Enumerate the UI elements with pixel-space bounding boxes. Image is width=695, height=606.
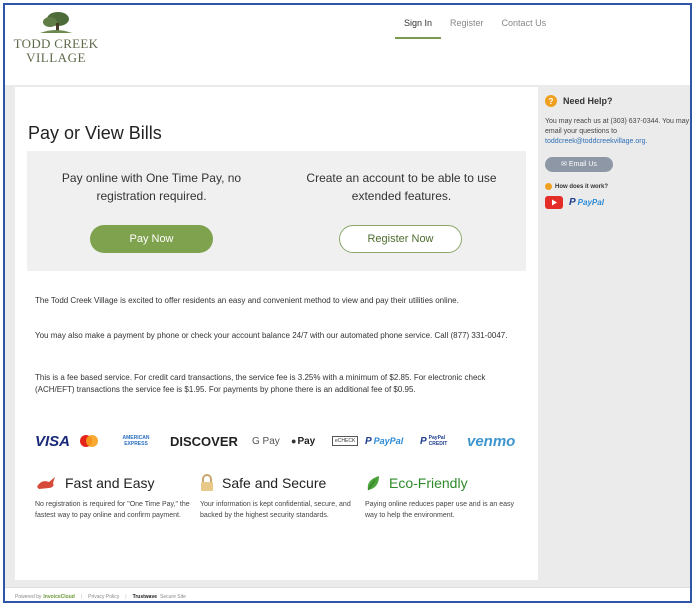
gpay-text: G Pay bbox=[252, 435, 280, 447]
secure-site-text: Secure Site bbox=[160, 593, 186, 600]
amex-text: AMERICAN EXPRESS bbox=[122, 435, 150, 447]
feature-title: Fast and Easy bbox=[65, 475, 155, 491]
brand-line-2: VILLAGE bbox=[26, 50, 86, 65]
email-us-button[interactable]: ✉ Email Us bbox=[545, 157, 613, 172]
help-question-icon: ? bbox=[545, 95, 557, 107]
main-content: Pay or View Bills Pay online with One Ti… bbox=[15, 87, 538, 580]
nav-register[interactable]: Register bbox=[441, 17, 493, 39]
footer-separator: | bbox=[125, 593, 127, 600]
app-frame: TODD CREEK VILLAGE Sign In Register Cont… bbox=[3, 3, 692, 603]
feature-desc: Your information is kept confidential, s… bbox=[200, 501, 351, 519]
envelope-icon: ✉ bbox=[561, 161, 567, 168]
echeck-logo: eCHECK bbox=[332, 430, 359, 452]
leaf-icon bbox=[367, 476, 379, 491]
brand-logo[interactable]: TODD CREEK VILLAGE bbox=[11, 11, 101, 81]
feature-safe-and-secure: Safe and Secure Your information is kept… bbox=[200, 472, 360, 521]
sidebar-paypal-p-icon: P bbox=[569, 197, 576, 208]
feature-desc: No registration is required for "One Tim… bbox=[35, 501, 190, 519]
paypal-text: PayPal bbox=[373, 436, 404, 446]
footer-separator: | bbox=[80, 593, 83, 600]
google-pay-logo: G Pay bbox=[252, 430, 280, 452]
one-time-pay-option: Pay online with One Time Pay, no registr… bbox=[27, 151, 276, 271]
visa-text: VISA bbox=[35, 432, 71, 450]
applepay-text: Pay bbox=[297, 435, 316, 447]
svg-text:?: ? bbox=[549, 97, 554, 106]
feature-eco-friendly: Eco-Friendly Paying online reduces paper… bbox=[365, 472, 525, 521]
email-us-label: Email Us bbox=[568, 161, 597, 168]
brand-line-1: TODD CREEK bbox=[13, 36, 99, 51]
feature-fast-and-easy: Fast and Easy No registration is require… bbox=[35, 472, 195, 521]
sidebar-paypal-text[interactable]: PayPal bbox=[578, 198, 604, 207]
page-footer: Powered by InvoiceCloud | Privacy Policy… bbox=[5, 587, 690, 601]
register-option: Create an account to be able to use exte… bbox=[277, 151, 526, 271]
trustwave-logo[interactable]: Trustwave bbox=[133, 594, 157, 600]
powered-by-text: Powered by bbox=[15, 593, 42, 600]
rabbit-icon bbox=[37, 477, 55, 489]
mastercard-icon bbox=[78, 430, 100, 452]
privacy-policy-link[interactable]: Privacy Policy bbox=[88, 594, 119, 600]
tree-logo-icon bbox=[40, 12, 72, 33]
help-question-small-icon bbox=[545, 183, 552, 190]
discover-text: DISCOVER bbox=[170, 433, 238, 449]
register-now-button[interactable]: Register Now bbox=[339, 225, 462, 253]
page-title: Pay or View Bills bbox=[28, 123, 162, 143]
help-sidebar: ? Need Help? You may reach us at (303) 6… bbox=[545, 95, 690, 209]
how-title: How does it work? bbox=[555, 183, 609, 190]
paypal-credit-p-icon: P bbox=[420, 435, 427, 447]
how-it-works-link[interactable]: How does it work? bbox=[545, 183, 690, 190]
top-header: TODD CREEK VILLAGE Sign In Register Cont… bbox=[5, 5, 690, 85]
feature-title: Eco-Friendly bbox=[389, 475, 468, 491]
echeck-text: eCHECK bbox=[332, 436, 359, 446]
paypal-credit-text: PayPal CREDIT bbox=[428, 435, 448, 447]
register-text: Create an account to be able to use exte… bbox=[306, 171, 497, 203]
help-contact-text: You may reach us at (303) 637-0344. You … bbox=[545, 117, 690, 147]
nav-contact-us[interactable]: Contact Us bbox=[493, 17, 556, 39]
payment-methods-row: VISA AMERICAN EXPRESS DISCOVER G Pay ● P… bbox=[35, 430, 530, 452]
paypal-logo: P PayPal bbox=[365, 430, 403, 452]
invoicecloud-link[interactable]: InvoiceCloud bbox=[43, 594, 74, 600]
feature-title: Safe and Secure bbox=[222, 475, 327, 491]
nav-sign-in[interactable]: Sign In bbox=[395, 17, 442, 39]
one-time-pay-text: Pay online with One Time Pay, no registr… bbox=[61, 171, 242, 203]
youtube-icon[interactable] bbox=[545, 196, 563, 209]
lock-icon bbox=[201, 474, 213, 491]
visa-logo: VISA bbox=[35, 430, 70, 452]
paypal-p-icon: P bbox=[365, 435, 372, 447]
amex-logo: AMERICAN EXPRESS bbox=[115, 430, 157, 452]
venmo-text: venmo bbox=[467, 432, 516, 450]
paypal-credit-logo: P PayPal CREDIT bbox=[420, 430, 453, 452]
feature-desc: Paying online reduces paper use and is a… bbox=[365, 501, 515, 519]
phone-paragraph: You may also make a payment by phone or … bbox=[35, 331, 508, 340]
pay-options-panel: Pay online with One Time Pay, no registr… bbox=[27, 151, 526, 271]
intro-paragraph: The Todd Creek Village is excited to off… bbox=[35, 296, 459, 305]
help-title: Need Help? bbox=[563, 96, 613, 106]
pay-now-button[interactable]: Pay Now bbox=[90, 225, 213, 253]
discover-logo: DISCOVER bbox=[170, 430, 238, 452]
apple-pay-logo: ● Pay bbox=[291, 430, 315, 452]
venmo-logo: venmo bbox=[467, 430, 515, 452]
help-email-link[interactable]: toddcreek@toddcreekvillage.org. bbox=[545, 138, 647, 145]
how-it-works-icons: P PayPal bbox=[545, 196, 690, 209]
apple-icon: ● bbox=[291, 436, 297, 446]
fee-paragraph: This is a fee based service. For credit … bbox=[35, 373, 486, 394]
top-nav: Sign In Register Contact Us bbox=[395, 17, 555, 39]
reach-text: You may reach us at (303) 637-0344. You … bbox=[545, 118, 690, 135]
